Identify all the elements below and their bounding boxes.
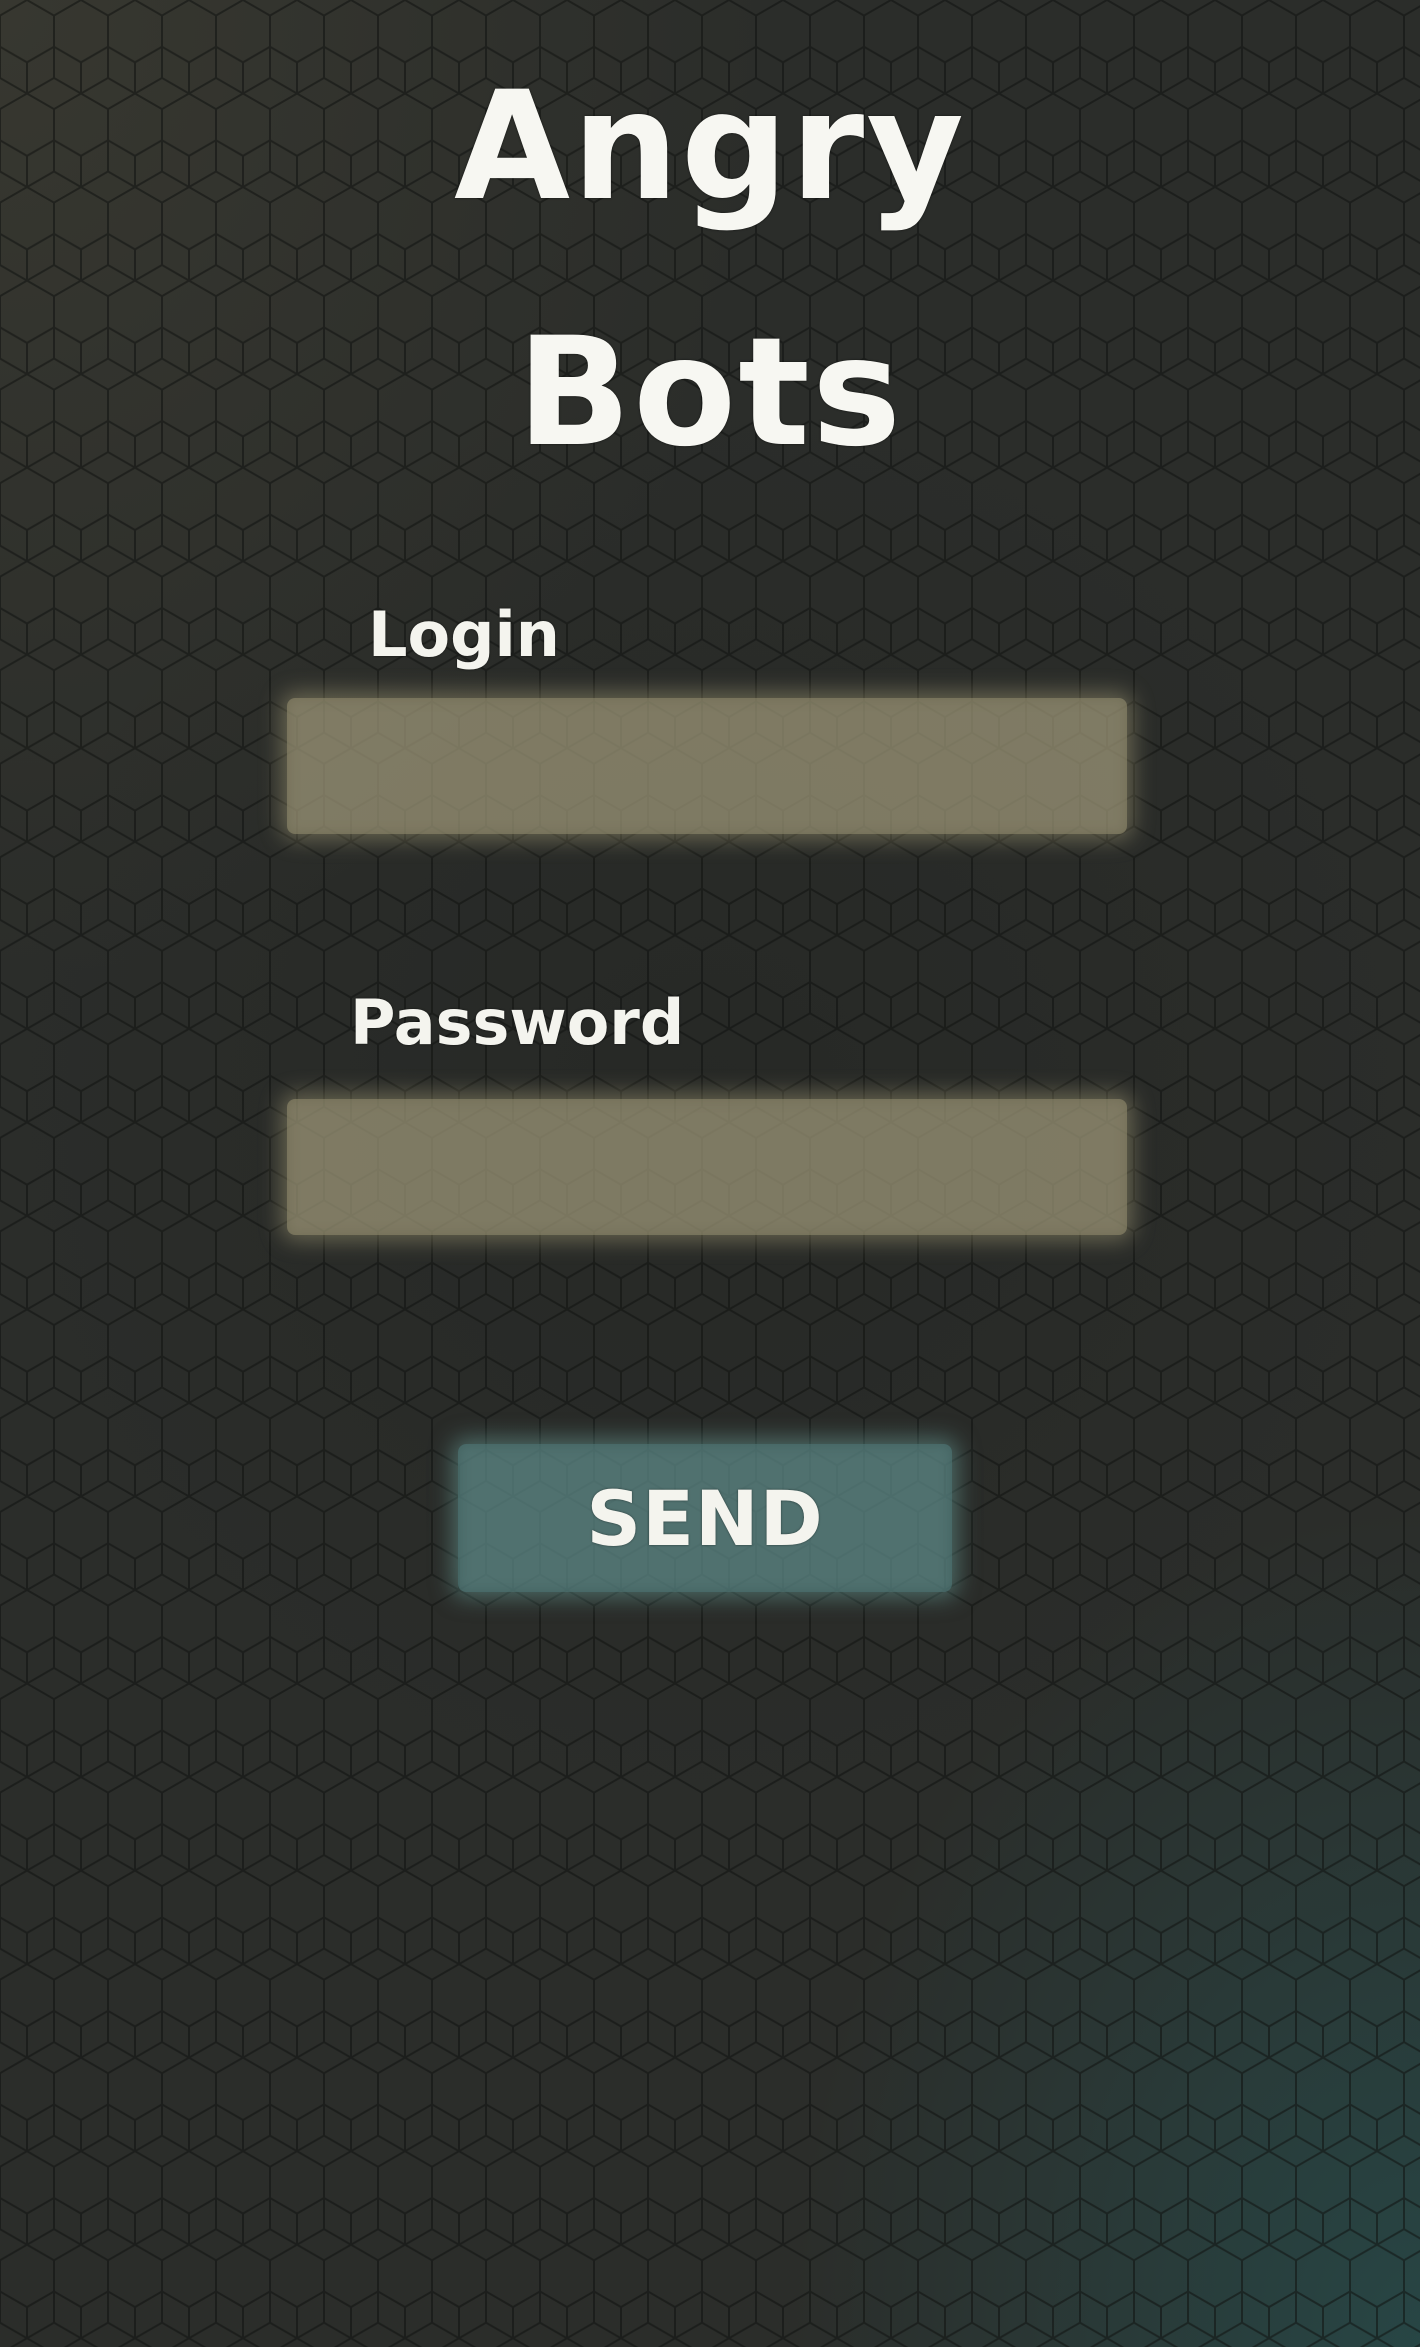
app-title-line2: Bots [516,306,904,480]
send-button[interactable]: SEND [458,1444,952,1592]
password-label: Password [350,986,685,1059]
app-title-line1: Angry [453,60,966,234]
password-input[interactable] [287,1099,1127,1235]
login-input[interactable] [287,698,1127,834]
login-label: Login [368,598,560,671]
